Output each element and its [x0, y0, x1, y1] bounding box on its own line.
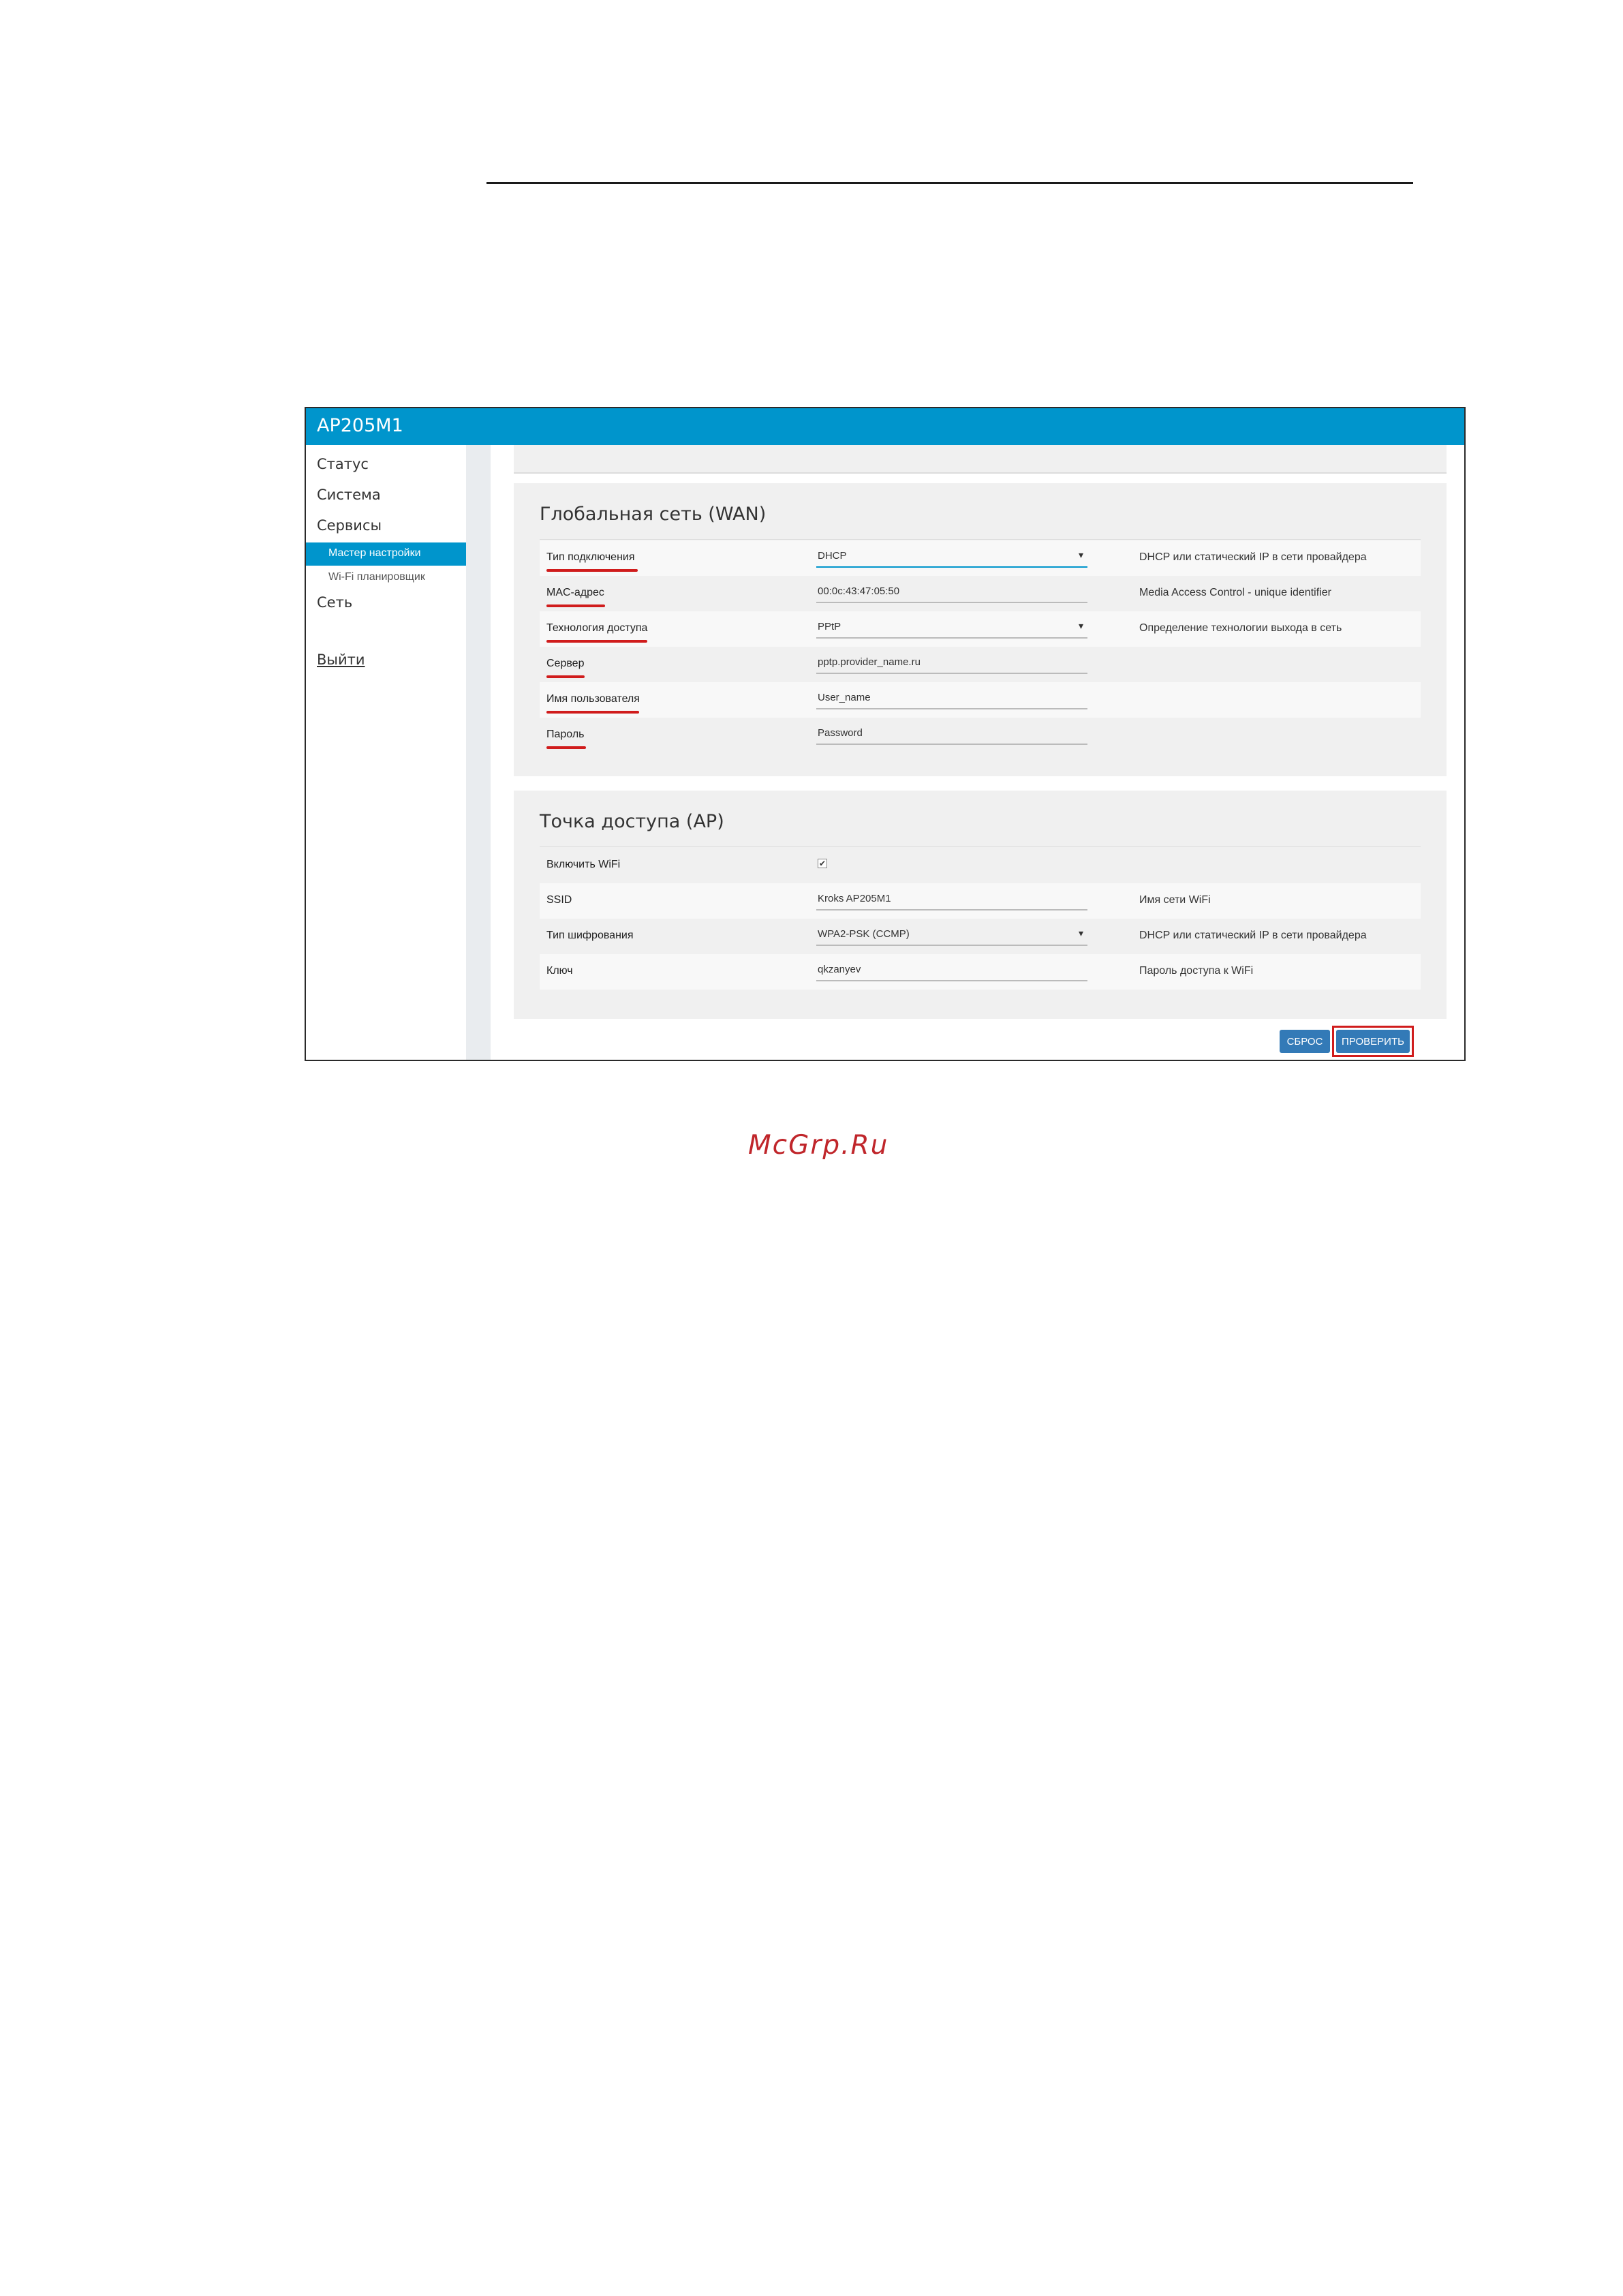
highlight-underline	[546, 604, 605, 607]
field-value: Password	[818, 727, 863, 739]
highlight-underline	[546, 640, 647, 643]
highlight-underline	[546, 746, 586, 749]
sidebar-divider	[466, 445, 491, 1060]
wan-row-mac-address: MAC-адрес 00:0c:43:47:05:50 Media Access…	[540, 576, 1421, 611]
row-description: DHCP или статический IP в сети провайдер…	[1139, 551, 1367, 563]
sidebar-item-system[interactable]: Система	[317, 487, 381, 503]
wan-row-password: Пароль Password	[540, 718, 1421, 753]
select-value: WPA2-PSK (CCMP)	[818, 928, 910, 940]
row-label: Тип подключения	[546, 551, 635, 563]
enable-wifi-checkbox[interactable]: ✔	[818, 859, 827, 868]
ap-panel-title: Точка доступа (AP)	[540, 811, 724, 832]
row-description: Media Access Control - unique identifier	[1139, 587, 1331, 598]
check-button-highlight: ПРОВЕРИТЬ	[1332, 1026, 1414, 1057]
field-value: 00:0c:43:47:05:50	[818, 585, 900, 597]
chevron-down-icon: ▾	[1078, 549, 1083, 560]
row-description: Пароль доступа к WiFi	[1139, 965, 1254, 977]
row-description: Имя сети WiFi	[1139, 894, 1211, 906]
select-value: DHCP	[818, 550, 847, 562]
panel-divider	[540, 539, 1421, 540]
header-bar: AP205M1	[306, 408, 1464, 445]
ap-row-enable-wifi: Включить WiFi ✔	[540, 848, 1421, 883]
highlight-underline	[546, 711, 639, 714]
username-field[interactable]: User_name	[816, 689, 1087, 709]
server-field[interactable]: pptp.provider_name.ru	[816, 654, 1087, 674]
field-value: Kroks AP205M1	[818, 893, 891, 904]
chevron-down-icon: ▾	[1078, 928, 1083, 938]
ssid-field[interactable]: Kroks AP205M1	[816, 890, 1087, 910]
field-value: User_name	[818, 692, 871, 703]
previous-panel-bottom	[514, 445, 1447, 474]
key-field[interactable]: qkzanyev	[816, 961, 1087, 981]
row-label: Технология доступа	[546, 622, 648, 634]
chevron-down-icon: ▾	[1078, 620, 1083, 631]
row-label: MAC-адрес	[546, 587, 604, 598]
wan-row-server: Сервер pptp.provider_name.ru	[540, 647, 1421, 682]
router-ui-window: AP205M1 Статус Система Сервисы Мастер на…	[305, 407, 1466, 1061]
wan-panel: Глобальная сеть (WAN) Тип подключения DH…	[514, 483, 1447, 776]
ap-panel: Точка доступа (AP) Включить WiFi ✔ SSID …	[514, 791, 1447, 1019]
reset-button[interactable]: СБРОС	[1280, 1030, 1330, 1053]
sidebar-item-services[interactable]: Сервисы	[317, 517, 382, 534]
sidebar-item-setup-wizard[interactable]: Мастер настройки	[306, 542, 466, 566]
row-label: Тип шифрования	[546, 930, 634, 941]
logout-link[interactable]: Выйти	[317, 652, 365, 668]
sidebar: Статус Система Сервисы Мастер настройки …	[306, 445, 466, 1060]
select-value: PPtP	[818, 621, 841, 632]
row-label: Сервер	[546, 658, 585, 669]
panel-divider	[540, 846, 1421, 847]
row-label: Пароль	[546, 729, 585, 740]
connection-type-select[interactable]: DHCP ▾	[816, 547, 1087, 568]
highlight-underline	[546, 675, 585, 678]
sidebar-item-wifi-scheduler[interactable]: Wi-Fi планировщик	[328, 571, 425, 583]
ap-row-ssid: SSID Kroks AP205M1 Имя сети WiFi	[540, 883, 1421, 919]
row-label: SSID	[546, 894, 572, 906]
row-label: Включить WiFi	[546, 859, 621, 870]
field-value: pptp.provider_name.ru	[818, 656, 921, 668]
sidebar-item-label: Мастер настройки	[328, 547, 421, 559]
highlight-underline	[546, 569, 638, 572]
ap-row-key: Ключ qkzanyev Пароль доступа к WiFi	[540, 954, 1421, 990]
wan-row-connection-type: Тип подключения DHCP ▾ DHCP или статичес…	[540, 540, 1421, 576]
ap-row-encryption-type: Тип шифрования WPA2-PSK (CCMP) ▾ DHCP ил…	[540, 919, 1421, 954]
row-label: Ключ	[546, 965, 573, 977]
sidebar-item-status[interactable]: Статус	[317, 456, 369, 472]
sidebar-item-network[interactable]: Сеть	[317, 594, 352, 611]
mac-address-field[interactable]: 00:0c:43:47:05:50	[816, 583, 1087, 603]
password-field[interactable]: Password	[816, 724, 1087, 745]
main-content[interactable]: Глобальная сеть (WAN) Тип подключения DH…	[491, 445, 1464, 1060]
wan-row-access-technology: Технология доступа PPtP ▾ Определение те…	[540, 611, 1421, 647]
document-top-rule	[486, 182, 1413, 184]
encryption-type-select[interactable]: WPA2-PSK (CCMP) ▾	[816, 925, 1087, 946]
watermark: McGrp.Ru	[748, 1130, 889, 1161]
wan-panel-title: Глобальная сеть (WAN)	[540, 504, 767, 525]
check-button[interactable]: ПРОВЕРИТЬ	[1336, 1030, 1410, 1053]
access-technology-select[interactable]: PPtP ▾	[816, 618, 1087, 639]
row-description: DHCP или статический IP в сети провайдер…	[1139, 930, 1367, 941]
app-title: AP205M1	[317, 415, 403, 436]
wan-row-username: Имя пользователя User_name	[540, 682, 1421, 718]
field-value: qkzanyev	[818, 964, 861, 975]
row-label: Имя пользователя	[546, 693, 640, 705]
row-description: Определение технологии выхода в сеть	[1139, 622, 1342, 634]
